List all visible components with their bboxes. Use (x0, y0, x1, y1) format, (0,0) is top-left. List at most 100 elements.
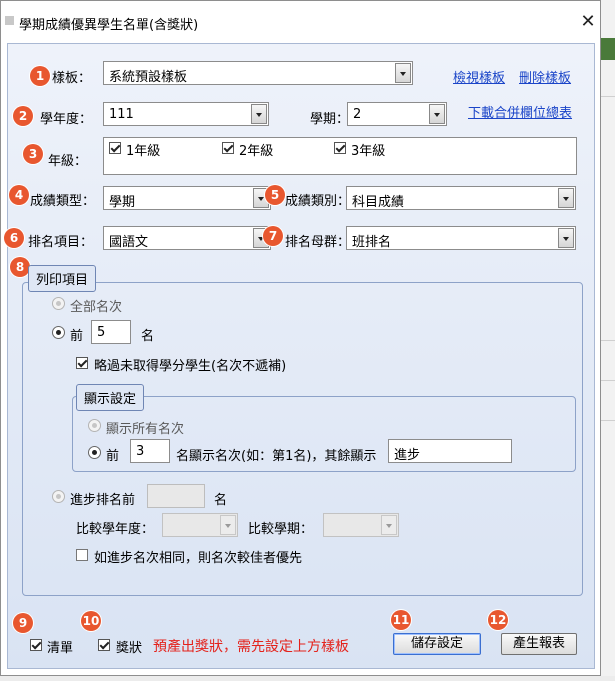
skip-no-credit-label: 略過未取得學分學生(名次不遞補) (94, 359, 287, 374)
award-label: 獎狀 (116, 641, 143, 656)
top-ranks-radio[interactable] (52, 326, 65, 339)
generate-report-button[interactable]: 產生報表 (501, 633, 577, 655)
view-template-link[interactable]: 檢視樣板 (453, 67, 505, 86)
grade-label: 年級： (48, 154, 88, 169)
display-top-label: 前 (106, 449, 120, 464)
badge-2: 2 (13, 106, 33, 126)
compare-year-label: 比較學年度： (76, 522, 155, 537)
dialog-title: 學期成績優異學生名單(含獎狀) (19, 18, 199, 33)
badge-1: 1 (30, 66, 50, 86)
list-checkbox[interactable] (30, 639, 42, 651)
template-label: 樣板： (52, 71, 92, 86)
background-divider (600, 96, 615, 97)
background-window-accent (600, 38, 615, 60)
grade-2-label: 2年級 (239, 144, 274, 159)
award-template-note: 預產出獎狀，需先設定上方樣板 (153, 639, 349, 655)
top-ranks-input[interactable]: 5 (91, 320, 131, 344)
display-top-input[interactable]: 3 (130, 439, 170, 463)
app-icon (5, 16, 14, 25)
background-divider (600, 380, 615, 381)
top-ranks-unit: 名 (141, 329, 155, 344)
score-type-label: 成績類型： (30, 194, 96, 209)
compare-semester-select[interactable] (323, 513, 399, 537)
grade-3-label: 3年級 (351, 144, 386, 159)
badge-8: 8 (10, 257, 30, 277)
chevron-down-icon[interactable] (381, 515, 397, 535)
chevron-down-icon[interactable] (395, 63, 411, 83)
display-top-value: 3 (136, 444, 145, 459)
award-checkbox[interactable] (98, 639, 110, 651)
score-category-select[interactable]: 科目成績 (346, 186, 576, 210)
badge-11: 11 (391, 610, 411, 630)
chevron-down-icon[interactable] (429, 104, 445, 124)
chevron-down-icon[interactable] (558, 188, 574, 208)
progress-rank-input[interactable] (147, 484, 205, 508)
badge-12: 12 (488, 610, 508, 630)
show-all-radio[interactable] (88, 419, 101, 432)
skip-no-credit-checkbox[interactable] (76, 357, 88, 369)
dialog-titlebar: 學期成績優異學生名單(含獎狀) ✕ (1, 1, 600, 43)
chevron-down-icon[interactable] (251, 104, 267, 124)
background-window-bottom (0, 676, 615, 681)
rank-item-label: 排名項目： (28, 235, 94, 250)
progress-rank-unit: 名 (214, 493, 228, 508)
show-all-label: 顯示所有名次 (106, 422, 185, 437)
close-icon[interactable]: ✕ (579, 13, 597, 31)
badge-6: 6 (4, 228, 24, 248)
grade-2-checkbox[interactable] (222, 142, 234, 154)
rank-group-label: 排名母群： (285, 235, 351, 250)
progress-rank-radio[interactable] (52, 490, 65, 503)
other-display-value: 進步 (394, 448, 421, 463)
badge-10: 10 (81, 611, 101, 631)
chevron-down-icon[interactable] (558, 228, 574, 248)
template-value: 系統預設樣板 (109, 70, 188, 85)
chevron-down-icon[interactable] (220, 515, 236, 535)
display-top-radio[interactable] (88, 446, 101, 459)
all-ranks-radio[interactable] (52, 297, 65, 310)
save-settings-button[interactable]: 儲存設定 (393, 633, 481, 655)
all-ranks-label: 全部名次 (70, 300, 123, 315)
grade-1-label: 1年級 (126, 144, 161, 159)
display-rank-text: 名顯示名次(如：第1名)，其餘顯示 (176, 449, 377, 464)
other-display-input[interactable]: 進步 (388, 439, 512, 463)
badge-7: 7 (263, 226, 283, 246)
background-divider (600, 340, 615, 341)
rank-group-select[interactable]: 班排名 (346, 226, 576, 250)
badge-9: 9 (13, 613, 33, 633)
background-divider (600, 420, 615, 421)
template-select[interactable]: 系統預設樣板 (103, 61, 413, 85)
tie-break-checkbox[interactable] (76, 549, 88, 561)
grade-checklist: 1年級 2年級 3年級 (103, 137, 577, 175)
display-settings-title: 顯示設定 (76, 384, 145, 411)
list-label: 清單 (47, 641, 74, 656)
report-dialog: 學期成績優異學生名單(含獎狀) ✕ 1 樣板： 系統預設樣板 檢視樣板 刪除樣板… (0, 0, 601, 676)
progress-rank-label: 進步排名前 (70, 493, 136, 508)
rank-item-value: 國語文 (109, 235, 149, 250)
compare-semester-label: 比較學期： (248, 522, 314, 537)
semester-value: 2 (353, 107, 362, 122)
badge-4: 4 (9, 185, 29, 205)
score-type-value: 學期 (109, 195, 136, 210)
compare-year-select[interactable] (162, 513, 238, 537)
print-items-title: 列印項目 (28, 265, 97, 292)
rank-item-select[interactable]: 國語文 (103, 226, 271, 250)
top-ranks-label: 前 (70, 329, 84, 344)
school-year-select[interactable]: 111 (103, 102, 269, 126)
score-category-value: 科目成績 (352, 195, 405, 210)
tie-break-label: 如進步名次相同，則名次較佳者優先 (94, 551, 303, 566)
semester-select[interactable]: 2 (347, 102, 447, 126)
grade-3-checkbox[interactable] (334, 142, 346, 154)
download-fields-link[interactable]: 下載合併欄位總表 (468, 102, 572, 121)
top-ranks-value: 5 (97, 325, 106, 340)
rank-group-value: 班排名 (352, 235, 392, 250)
grade-1-checkbox[interactable] (109, 142, 121, 154)
badge-3: 3 (23, 144, 43, 164)
score-category-label: 成績類別： (285, 194, 351, 209)
dialog-content: 1 樣板： 系統預設樣板 檢視樣板 刪除樣板 2 學年度： 111 學期： 2 … (4, 43, 595, 669)
school-year-label: 學年度： (40, 112, 93, 127)
badge-5: 5 (265, 185, 285, 205)
school-year-value: 111 (109, 107, 134, 122)
semester-label: 學期： (310, 112, 350, 127)
score-type-select[interactable]: 學期 (103, 186, 271, 210)
delete-template-link[interactable]: 刪除樣板 (519, 67, 571, 86)
